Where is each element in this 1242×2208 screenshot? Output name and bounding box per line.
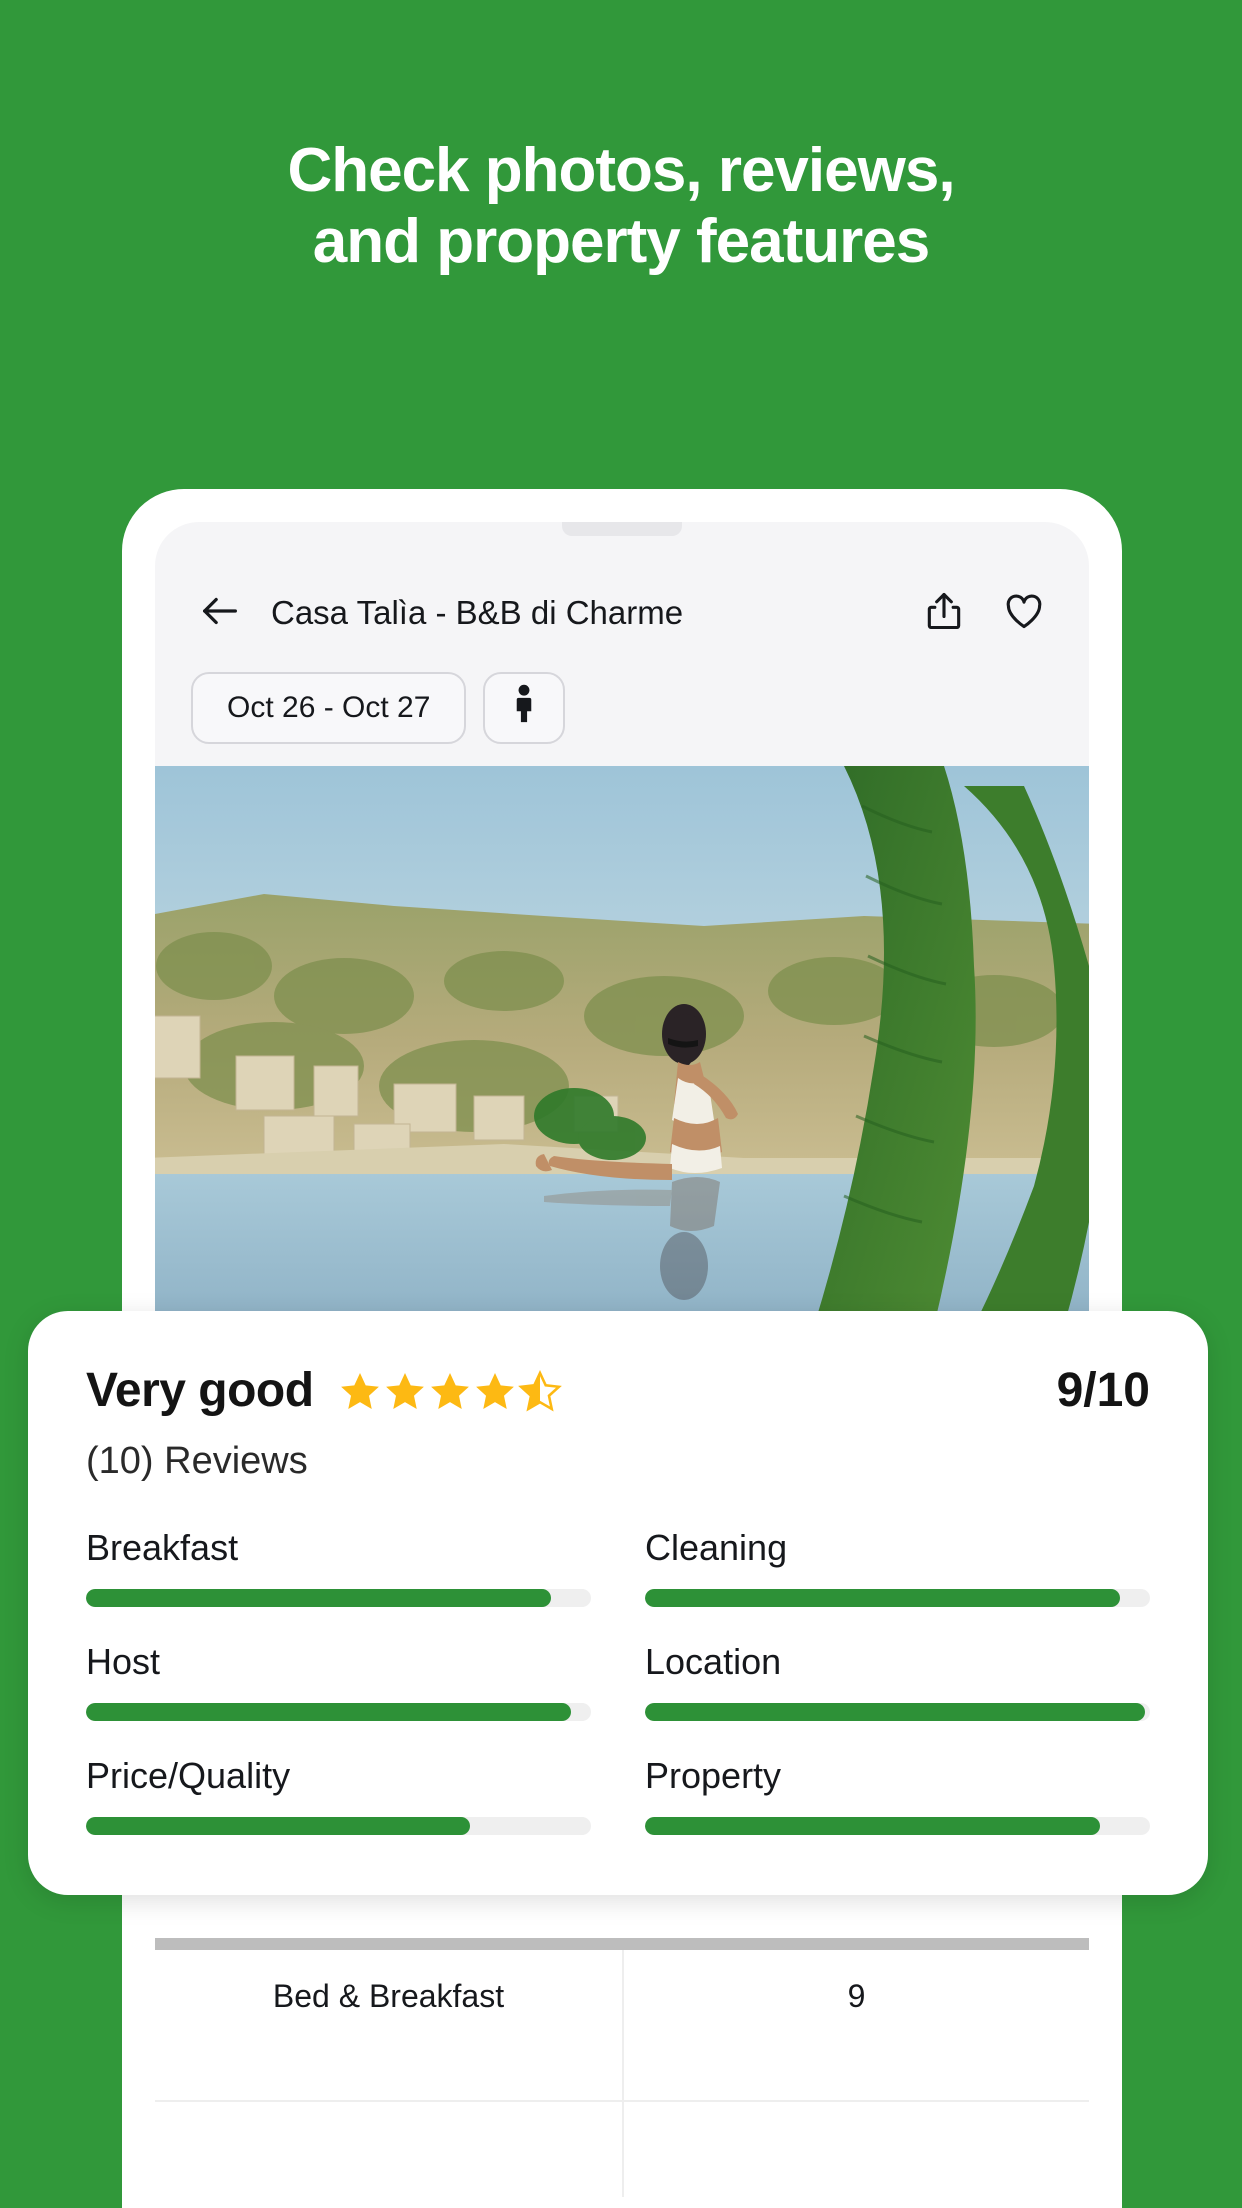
table-cell-value [622, 2102, 1089, 2197]
page-title-line-2: and property features [312, 207, 930, 277]
property-title: Casa Talìa - B&B di Charme [271, 594, 684, 631]
rating-category-label: Breakfast [86, 1527, 239, 1568]
rating-category-breakfast: Breakfast [86, 1527, 591, 1607]
table-cell-type: Bed & Breakfast [272, 1978, 505, 2014]
rating-category-property: Property [645, 1755, 1150, 1835]
star-rating [338, 1369, 562, 1413]
rating-category-host: Host [86, 1641, 591, 1721]
rating-category-label: Property [645, 1755, 782, 1796]
page-title-line-1: Check photos, reviews, [287, 136, 955, 205]
review-summary-card: Very good 9/10 (10) Reviews Breakfast Cl… [28, 1311, 1208, 1895]
table-cell-value: 9 [622, 1950, 1089, 2100]
table-header-bar [155, 1938, 1089, 1950]
rating-categories: Breakfast Cleaning Host Location Price/Q… [86, 1527, 1150, 1835]
rating-category-label: Location [645, 1641, 782, 1682]
star-icon [383, 1369, 427, 1413]
app-nav-bar: Casa Talìa - B&B di Charme [155, 570, 1089, 656]
arrow-left-icon [197, 588, 243, 639]
star-icon [473, 1369, 517, 1413]
rating-bar-track [645, 1703, 1150, 1721]
rating-category-label: Host [86, 1641, 161, 1682]
rating-bar-fill [645, 1703, 1145, 1721]
rating-label: Very good [86, 1364, 314, 1417]
back-button[interactable] [191, 584, 249, 642]
page-title: Check photos, reviews, and property feat… [0, 135, 1242, 278]
rating-category-label: Price/Quality [86, 1755, 291, 1796]
star-icon [428, 1369, 472, 1413]
property-table: Bed & Breakfast 9 [155, 1938, 1089, 2197]
rating-bar-track [86, 1817, 591, 1835]
hero-photo-illustration [155, 766, 1089, 1326]
rating-bar-fill [86, 1589, 551, 1607]
table-cell-type [155, 2102, 622, 2197]
rating-bar-track [86, 1703, 591, 1721]
nav-actions [915, 584, 1053, 642]
rating-bar-fill [86, 1703, 571, 1721]
share-button[interactable] [915, 584, 973, 642]
rating-category-cleaning: Cleaning [645, 1527, 1150, 1607]
rating-bar-fill [645, 1817, 1100, 1835]
phone-notch [562, 522, 682, 536]
star-half-icon [517, 1369, 562, 1413]
person-icon [511, 684, 537, 732]
rating-bar-track [645, 1589, 1150, 1607]
table-row [155, 2102, 1089, 2197]
favorite-button[interactable] [995, 584, 1053, 642]
rating-category-price-quality: Price/Quality [86, 1755, 591, 1835]
heart-icon [1002, 589, 1046, 638]
share-icon [922, 589, 966, 638]
filter-chips: Oct 26 - Oct 27 [191, 672, 566, 744]
rating-category-location: Location [645, 1641, 1150, 1721]
rating-bar-fill [645, 1589, 1120, 1607]
dates-chip[interactable]: Oct 26 - Oct 27 [191, 672, 467, 744]
reviews-count: (10) Reviews [86, 1440, 308, 1482]
review-card-header: Very good 9/10 [86, 1363, 1150, 1418]
star-icon [338, 1369, 382, 1413]
hero-photo[interactable] [155, 766, 1089, 1326]
review-score: 9/10 [1056, 1364, 1150, 1417]
rating-bar-fill [86, 1817, 470, 1835]
table-row: Bed & Breakfast 9 [155, 1950, 1089, 2102]
rating-bar-track [86, 1589, 591, 1607]
rating-bar-track [645, 1817, 1150, 1835]
guests-chip[interactable] [483, 672, 566, 744]
rating-category-label: Cleaning [645, 1527, 788, 1568]
